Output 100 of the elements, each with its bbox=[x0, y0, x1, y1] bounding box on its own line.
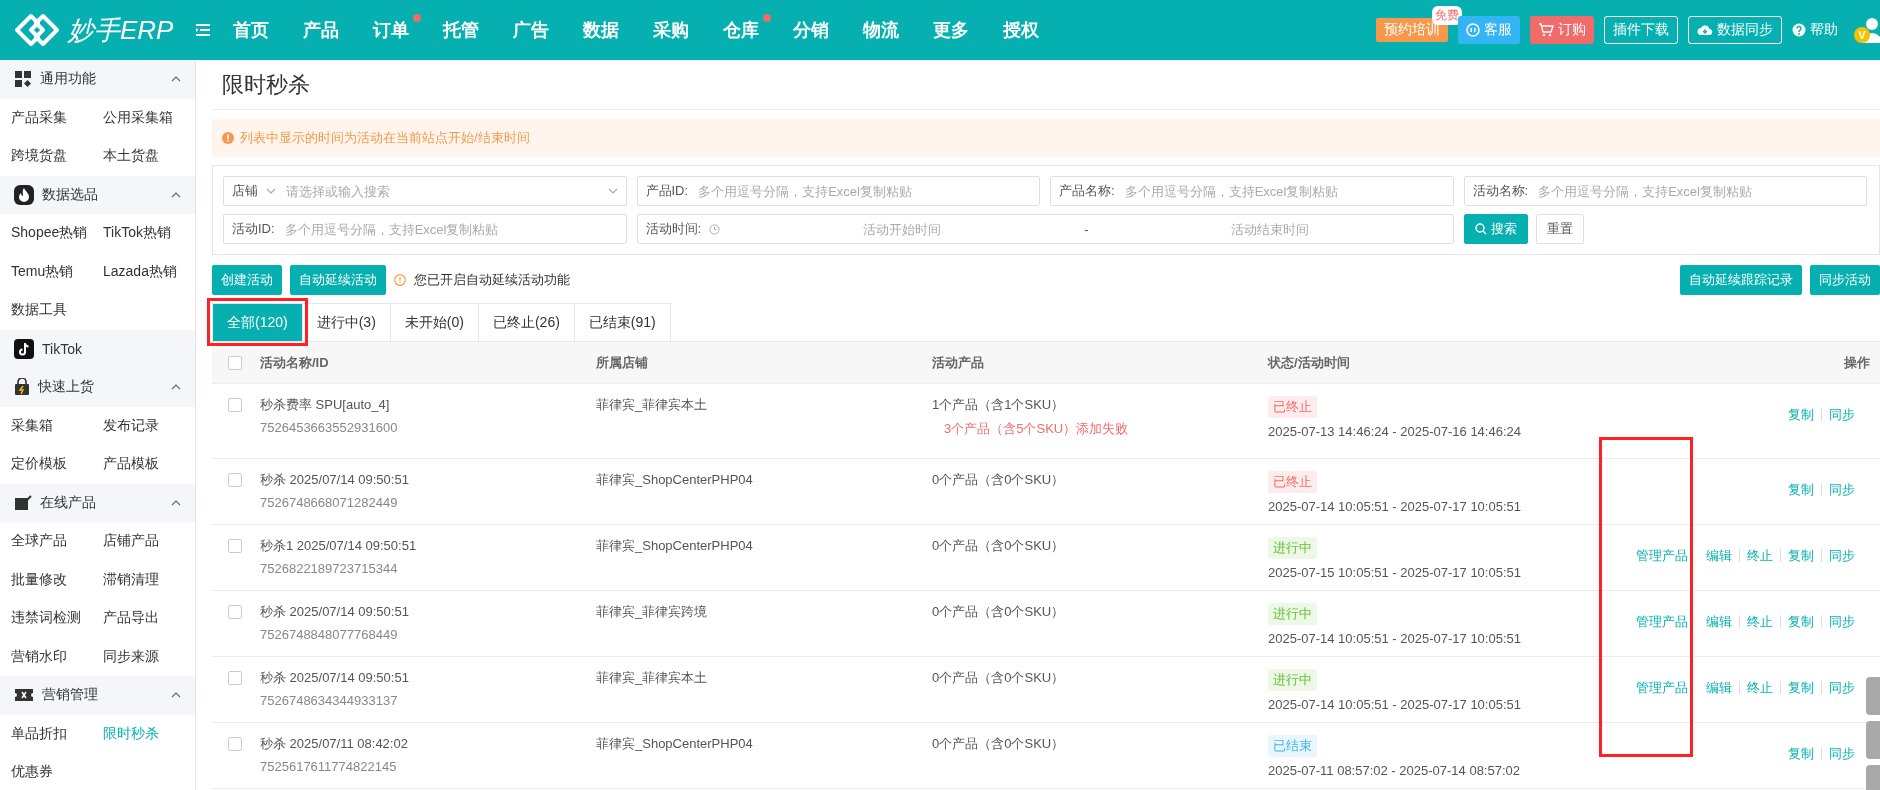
filter-button[interactable]: 搜索 bbox=[1463, 214, 1528, 244]
sidebar-item[interactable]: Shopee热销 bbox=[11, 214, 103, 253]
sidebar-item[interactable]: 采集箱 bbox=[11, 406, 103, 445]
sidebar-item[interactable]: 限时秒杀 bbox=[103, 714, 195, 753]
sidebar-item[interactable]: 优惠券 bbox=[11, 753, 103, 790]
top-button[interactable]: 客服 bbox=[1458, 16, 1520, 44]
nav-item[interactable]: 授权 bbox=[1003, 18, 1074, 42]
top-button[interactable]: 订购 bbox=[1530, 16, 1594, 44]
sidebar-item[interactable]: 营销水印 bbox=[11, 637, 103, 676]
nav-item[interactable]: 物流 bbox=[863, 18, 934, 42]
manage-products-link[interactable]: 管理产品 bbox=[1636, 681, 1688, 694]
field-label: 活动时间: bbox=[645, 220, 702, 238]
toolbar-button[interactable]: 自动延续活动 bbox=[290, 265, 386, 295]
nav-item[interactable]: 首页 bbox=[233, 18, 304, 42]
nav-item[interactable]: 采购 bbox=[653, 18, 724, 42]
activity-id: 7525617611774822145 bbox=[260, 759, 397, 774]
toolbar-button[interactable]: 创建活动 bbox=[212, 265, 282, 295]
sidebar-item[interactable]: 产品模板 bbox=[103, 445, 195, 484]
action-link[interactable]: 同步 bbox=[1821, 483, 1862, 496]
top-button[interactable]: 插件下载 bbox=[1604, 16, 1678, 44]
activity-id: 7526453663552931600 bbox=[260, 420, 398, 435]
select-field[interactable]: 店铺 请选择或输入搜索 bbox=[223, 176, 627, 206]
sidebar-section-header[interactable]: 在线产品 bbox=[0, 483, 195, 522]
section-title: 在线产品 bbox=[40, 493, 97, 512]
action-link[interactable]: 同步 bbox=[1821, 615, 1862, 628]
store-name: 菲律宾_菲律宾本土 bbox=[596, 396, 708, 414]
input-field[interactable]: 产品名称: 多个用逗号分隔，支持Excel复制粘贴 bbox=[1050, 176, 1454, 206]
sidebar-item[interactable]: 违禁词检测 bbox=[11, 599, 103, 638]
toolbar-button[interactable]: 同步活动 bbox=[1810, 265, 1880, 295]
toolbar-button[interactable]: 自动延续跟踪记录 bbox=[1680, 265, 1802, 295]
sidebar-item[interactable]: TikTok热销 bbox=[103, 214, 195, 253]
range-separator: - bbox=[1084, 221, 1089, 237]
action-link[interactable]: 编辑 bbox=[1698, 615, 1739, 628]
status-tag: 已终止 bbox=[1268, 396, 1317, 418]
date-range-field[interactable]: 活动时间: 活动开始时间 - 活动结束时间 bbox=[636, 214, 1454, 244]
sidebar-item[interactable]: 数据工具 bbox=[11, 291, 103, 330]
sidebar-item[interactable]: 本土货盘 bbox=[103, 137, 195, 176]
sidebar-section-header[interactable]: 通用功能 bbox=[0, 60, 195, 99]
nav-item[interactable]: 更多 bbox=[933, 18, 1004, 42]
action-link[interactable]: 编辑 bbox=[1698, 681, 1739, 694]
help-link[interactable]: 帮助 bbox=[1792, 16, 1838, 44]
sidebar-item[interactable]: 批量修改 bbox=[11, 560, 103, 599]
input-field[interactable]: 活动ID: 多个用逗号分隔，支持Excel复制粘贴 bbox=[223, 214, 627, 244]
sidebar-item[interactable]: 跨境货盘 bbox=[11, 137, 103, 176]
action-link[interactable]: 复制 bbox=[1780, 549, 1821, 562]
activity-time: 2025-07-14 10:05:51 - 2025-07-17 10:05:51 bbox=[1268, 499, 1521, 514]
field-label: 活动ID: bbox=[232, 220, 275, 238]
nav-item[interactable]: 数据 bbox=[583, 18, 654, 42]
manage-products-link[interactable]: 管理产品 bbox=[1636, 549, 1688, 562]
store-name: 菲律宾_ShopCenterPHP04 bbox=[596, 537, 753, 555]
notice-text: 列表中显示的时间为活动在当前站点开始/结束时间 bbox=[240, 129, 530, 147]
sidebar-item[interactable]: 公用采集箱 bbox=[103, 98, 195, 137]
column-header: 操作 bbox=[1843, 353, 1871, 372]
activity-time: 2025-07-14 10:05:51 - 2025-07-17 10:05:51 bbox=[1268, 697, 1521, 712]
action-link[interactable]: 复制 bbox=[1780, 615, 1821, 628]
sidebar-section-header[interactable]: TikTok bbox=[0, 329, 195, 368]
sidebar-item[interactable]: 产品采集 bbox=[11, 98, 103, 137]
nav-item[interactable]: 仓库 bbox=[723, 18, 794, 42]
action-link[interactable]: 终止 bbox=[1739, 681, 1780, 694]
manage-products-link[interactable]: 管理产品 bbox=[1636, 615, 1688, 628]
action-link[interactable]: 同步 bbox=[1821, 747, 1862, 760]
nav-item[interactable]: 托管 bbox=[443, 18, 514, 42]
nav-item[interactable]: 广告 bbox=[513, 18, 584, 42]
filter-button[interactable]: 重置 bbox=[1535, 214, 1584, 244]
tab[interactable]: 已结束(91) bbox=[573, 303, 671, 341]
sidebar-item[interactable]: 单品折扣 bbox=[11, 714, 103, 753]
sidebar-section-header[interactable]: 营销管理 bbox=[0, 676, 195, 715]
logo-text: 妙手ERP bbox=[68, 13, 174, 47]
product-count: 0个产品（含0个SKU） bbox=[932, 669, 1065, 687]
sidebar-item[interactable]: 店铺产品 bbox=[103, 522, 195, 561]
input-field[interactable]: 产品ID: 多个用逗号分隔，支持Excel复制粘贴 bbox=[636, 176, 1040, 206]
input-field[interactable]: 活动名称: 多个用逗号分隔，支持Excel复制粘贴 bbox=[1463, 176, 1867, 206]
product-count: 1个产品（含1个SKU） bbox=[932, 396, 1065, 414]
action-link[interactable]: 同步 bbox=[1821, 408, 1862, 421]
field-label: 产品ID: bbox=[645, 182, 689, 200]
sidebar-item[interactable]: 产品导出 bbox=[103, 599, 195, 638]
hint-text: 您已开启自动延续活动功能 bbox=[414, 271, 570, 289]
sidebar-item[interactable]: Lazada热销 bbox=[103, 252, 195, 291]
sidebar-item[interactable]: 发布记录 bbox=[103, 406, 195, 445]
action-link[interactable]: 编辑 bbox=[1698, 549, 1739, 562]
action-link[interactable]: 同步 bbox=[1821, 681, 1862, 694]
action-link[interactable]: 终止 bbox=[1739, 549, 1780, 562]
action-link[interactable]: 复制 bbox=[1780, 483, 1821, 496]
product-count: 0个产品（含0个SKU） bbox=[932, 537, 1065, 555]
top-button[interactable]: 数据同步 bbox=[1688, 16, 1782, 44]
action-link[interactable]: 复制 bbox=[1780, 681, 1821, 694]
sidebar-item[interactable]: Temu热销 bbox=[11, 252, 103, 291]
sidebar-section-header[interactable]: 数据选品 bbox=[0, 175, 195, 214]
sidebar-item[interactable]: 同步来源 bbox=[103, 637, 195, 676]
section-title: TikTok bbox=[42, 340, 83, 357]
column-header: 活动产品 bbox=[932, 353, 985, 372]
activity-id: 7526822189723715344 bbox=[260, 561, 398, 576]
action-link[interactable]: 终止 bbox=[1739, 615, 1780, 628]
action-link[interactable]: 同步 bbox=[1821, 549, 1862, 562]
action-link[interactable]: 复制 bbox=[1780, 747, 1821, 760]
sidebar-section-header[interactable]: 快速上货 bbox=[0, 368, 195, 407]
sidebar-item[interactable]: 滞销清理 bbox=[103, 560, 195, 599]
sidebar-item[interactable]: 全球产品 bbox=[11, 522, 103, 561]
sidebar-item[interactable]: 定价模板 bbox=[11, 445, 103, 484]
action-link[interactable]: 复制 bbox=[1780, 408, 1821, 421]
